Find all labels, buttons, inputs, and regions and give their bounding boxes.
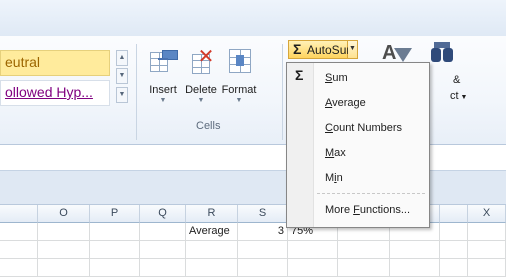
menu-separator: [317, 193, 425, 194]
group-divider: [136, 44, 137, 140]
column-header-s[interactable]: S: [238, 205, 288, 223]
menu-item-max[interactable]: Max: [289, 142, 427, 164]
cell[interactable]: [90, 259, 140, 277]
menu-item-more-accel: F: [353, 204, 360, 216]
cell[interactable]: [288, 241, 338, 259]
cell[interactable]: [90, 241, 140, 259]
cell[interactable]: [38, 223, 90, 241]
format-label: Format: [221, 84, 257, 96]
cell[interactable]: [288, 259, 338, 277]
chevron-down-icon: ▼: [349, 45, 356, 52]
cell[interactable]: [140, 241, 186, 259]
column-header-q[interactable]: Q: [140, 205, 186, 223]
cell[interactable]: [140, 259, 186, 277]
menu-item-more-functions[interactable]: More Functions...: [289, 199, 427, 221]
formula-bar[interactable]: [0, 150, 506, 171]
cell[interactable]: [90, 223, 140, 241]
find-select-text: ct: [450, 90, 459, 102]
menu-item-sum-label: um: [332, 72, 348, 84]
cell[interactable]: [38, 259, 90, 277]
column-header-x[interactable]: X: [468, 205, 506, 223]
menu-item-count-label: ount Numbers: [332, 122, 403, 134]
menu-item-more-label: unctions...: [359, 204, 410, 216]
cell[interactable]: [468, 223, 506, 241]
cell[interactable]: [38, 241, 90, 259]
format-button[interactable]: Format ▼: [220, 46, 258, 118]
menu-item-average[interactable]: Average: [289, 92, 427, 114]
find-binoculars-icon[interactable]: [428, 40, 458, 70]
column-header-o[interactable]: O: [38, 205, 90, 223]
gallery-up-icon[interactable]: ▲: [116, 50, 128, 66]
find-select-label-line2[interactable]: ct ▼: [450, 90, 467, 102]
cell-style-followed-hyperlink[interactable]: ollowed Hyp...: [0, 80, 110, 106]
cell[interactable]: [440, 259, 468, 277]
menu-item-more-pre: More: [325, 204, 354, 216]
chevron-down-icon: ▼: [458, 94, 468, 101]
chevron-down-icon: ▼: [197, 97, 205, 104]
cell[interactable]: [440, 223, 468, 241]
gallery-down-icon[interactable]: ▼: [116, 68, 128, 84]
find-select-label-line1: &: [453, 74, 461, 86]
chevron-down-icon: ▼: [159, 97, 167, 104]
ribbon-tab-strip: [0, 0, 506, 37]
column-header-r[interactable]: R: [186, 205, 238, 223]
cell[interactable]: [338, 259, 390, 277]
format-cells-icon: [224, 46, 254, 76]
autosum-button[interactable]: Σ AutoSum: [288, 40, 356, 59]
cell[interactable]: [390, 241, 440, 259]
menu-item-average-label: verage: [332, 97, 366, 109]
cell[interactable]: [468, 259, 506, 277]
insert-label: Insert: [149, 84, 177, 96]
cell[interactable]: [186, 241, 238, 259]
cell[interactable]: [338, 241, 390, 259]
cell-r1-average-label[interactable]: Average: [186, 223, 238, 241]
menu-item-min-label: n: [336, 172, 343, 184]
sigma-icon: Σ: [293, 41, 302, 57]
insert-cells-icon: [148, 46, 178, 76]
menu-item-sum[interactable]: Sum: [289, 67, 427, 89]
cell-style-neutral[interactable]: eutral: [0, 50, 110, 76]
delete-button[interactable]: ✕ Delete ▼: [182, 46, 220, 118]
sheet-frame: [0, 171, 506, 205]
group-divider: [282, 44, 283, 140]
cell[interactable]: [0, 241, 38, 259]
cell-style-followed-hyperlink-label: ollowed Hyp...: [5, 84, 93, 100]
cell-s1-value[interactable]: 3: [238, 223, 288, 241]
cell[interactable]: [0, 223, 38, 241]
styles-gallery-scroll: ▲ ▼ ▼: [116, 50, 128, 104]
cell[interactable]: [238, 241, 288, 259]
menu-item-max-label: ax: [334, 147, 346, 159]
column-header-w[interactable]: [440, 205, 468, 223]
menu-item-count-accel: C: [325, 122, 333, 134]
delete-cells-icon: ✕: [186, 46, 216, 76]
cell[interactable]: [140, 223, 186, 241]
cell-style-neutral-label: eutral: [5, 54, 41, 70]
menu-item-min[interactable]: Min: [289, 167, 427, 189]
insert-button[interactable]: Insert ▼: [144, 46, 182, 118]
menu-item-min-pre: M: [325, 172, 335, 184]
menu-item-count-numbers[interactable]: Count Numbers: [289, 117, 427, 139]
menu-item-max-accel: M: [325, 147, 335, 159]
cell[interactable]: [238, 259, 288, 277]
autosum-dropdown-arrow[interactable]: ▼: [348, 40, 358, 59]
cell[interactable]: [468, 241, 506, 259]
cell[interactable]: [440, 241, 468, 259]
cell[interactable]: [186, 259, 238, 277]
cell[interactable]: [390, 259, 440, 277]
cells-group-label: Cells: [196, 120, 221, 132]
delete-label: Delete: [185, 84, 217, 96]
gallery-more-icon[interactable]: ▼: [116, 87, 128, 103]
column-header-p[interactable]: P: [90, 205, 140, 223]
chevron-down-icon: ▼: [235, 97, 243, 104]
cell[interactable]: [0, 259, 38, 277]
column-header-n[interactable]: [0, 205, 38, 223]
autosum-menu: Σ Sum Average Count Numbers Max Min More…: [286, 62, 430, 228]
